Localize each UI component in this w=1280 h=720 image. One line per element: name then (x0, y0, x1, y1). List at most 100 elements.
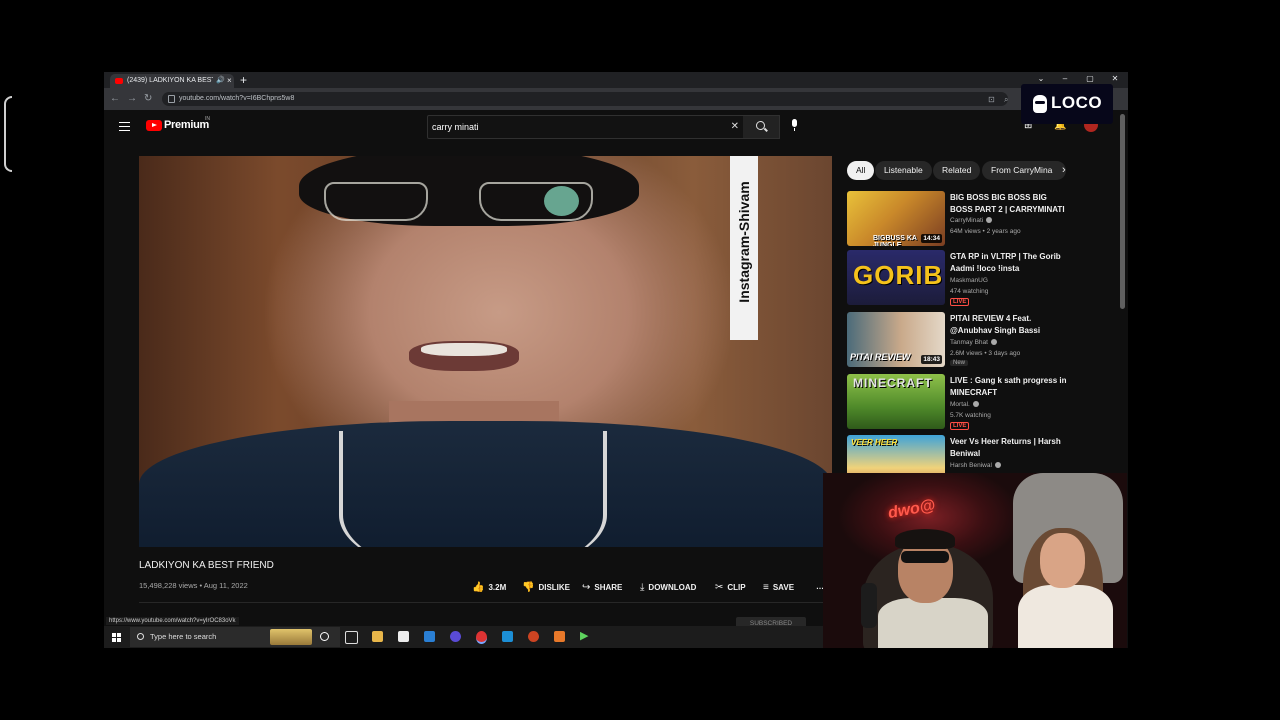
chip-from-carryminati[interactable]: From CarryMina (982, 161, 1066, 180)
download-button[interactable]: ⤓ DOWNLOAD (640, 582, 696, 593)
taskbar-search-box[interactable]: Type here to search (130, 627, 340, 647)
channel-row[interactable]: CarryMinati (950, 217, 993, 224)
tab-strip: (2439) LADKIYON KA BEST F 🔊 × + ⌄ – ▢ ✕ (104, 72, 1128, 88)
search-input[interactable]: carry minati ✕ (427, 115, 745, 139)
tab-title: (2439) LADKIYON KA BEST F (127, 77, 213, 84)
channel-row[interactable]: Mortal. (950, 401, 979, 408)
recommendation-item[interactable]: PITAI REVIEW 18:43 PITAI REVIEW 4 Feat. … (847, 312, 1117, 370)
video-title: LADKIYON KA BEST FRIEND (139, 560, 274, 571)
share-label: SHARE (594, 583, 623, 592)
clear-search-icon[interactable]: ✕ (731, 116, 739, 138)
verified-icon (972, 401, 979, 408)
microphone (861, 583, 877, 628)
guest-face (1040, 533, 1085, 588)
verified-icon (994, 462, 1001, 469)
file-explorer-icon[interactable] (372, 631, 383, 642)
watermark-text: Instagram-Shivam (736, 181, 752, 303)
hamburger-menu-icon[interactable] (119, 122, 130, 134)
video-thumbnail[interactable]: BIGBUSS KA JUNGLE 14:34 (847, 191, 945, 246)
youtube-premium-logo[interactable]: Premium (164, 119, 209, 131)
store-icon[interactable] (398, 631, 409, 642)
search-highlight-image (270, 629, 312, 645)
thumbnail-text: GORIB (853, 260, 944, 290)
recommendation-title[interactable]: BIG BOSS BIG BOSS BIG BOSS PART 2 | CARR… (950, 192, 1070, 215)
scissors-icon: ✂ (715, 582, 724, 593)
speaker-icon[interactable]: 🔊 (216, 74, 225, 88)
recommendation-meta: 64M views • 2 years ago (950, 228, 1021, 235)
youtube-logo-icon[interactable] (146, 120, 162, 131)
reload-icon[interactable]: ↻ (144, 91, 152, 107)
recommendation-item[interactable]: BIGBUSS KA JUNGLE 14:34 BIG BOSS BIG BOS… (847, 191, 1117, 249)
forward-arrow-icon[interactable]: → (127, 91, 137, 107)
verified-icon (990, 339, 997, 346)
thumbnail-text: VEER HEER (851, 438, 898, 447)
app-icon[interactable] (554, 631, 565, 642)
youtube-favicon-icon (115, 78, 123, 84)
dislike-button[interactable]: 👎 DISLIKE (522, 582, 570, 593)
discord-icon[interactable] (450, 631, 461, 642)
url-text: youtube.com/watch?v=I6BChpns5w8 (179, 95, 295, 102)
chip-listenable[interactable]: Listenable (875, 161, 932, 180)
thumbs-down-icon: 👎 (522, 582, 535, 593)
live-badge: LIVE (950, 298, 970, 306)
zoom-icon[interactable]: ⌕ (1004, 95, 1008, 105)
task-view-icon[interactable] (345, 631, 358, 644)
sunglasses (901, 551, 949, 563)
recommendation-item[interactable]: MINECRAFT LIVE : Gang k sath progress in… (847, 374, 1117, 432)
search-button[interactable] (743, 115, 780, 139)
verified-icon (986, 217, 993, 224)
steam-icon[interactable] (502, 631, 513, 642)
install-app-icon[interactable]: ⊡ (988, 95, 995, 105)
mail-icon[interactable] (424, 631, 435, 642)
save-button[interactable]: ≡ SAVE (763, 582, 794, 593)
video-thumbnail[interactable]: MINECRAFT (847, 374, 945, 429)
windows-start-icon[interactable] (112, 633, 121, 642)
obs-icon[interactable] (528, 631, 539, 642)
download-icon: ⤓ (640, 582, 645, 593)
recommendation-title[interactable]: PITAI REVIEW 4 Feat. @Anubhav Singh Bass… (950, 313, 1070, 336)
neon-sign: dwo@ (886, 497, 937, 523)
video-frame-lens-glare (544, 186, 579, 216)
chrome-icon[interactable] (476, 631, 487, 644)
chevron-right-icon[interactable]: › (1062, 164, 1066, 176)
recommendation-title[interactable]: Veer Vs Heer Returns | Harsh Beniwal (950, 436, 1070, 459)
channel-name[interactable]: MaskmanUG (950, 277, 988, 284)
clip-label: CLIP (727, 583, 746, 592)
channel-name: Mortal. (950, 401, 970, 408)
chip-related[interactable]: Related (933, 161, 981, 180)
recommendation-item[interactable]: GORIB GTA RP in VLTRP | The Gorib Aadmi … (847, 250, 1117, 308)
search-icon (137, 633, 144, 640)
tab-close-icon[interactable]: × (227, 74, 232, 88)
play-icon[interactable]: ▶ (580, 631, 591, 642)
webcam-overlay: dwo@ (823, 473, 1127, 648)
channel-row[interactable]: Tanmay Bhat (950, 339, 997, 346)
clip-button[interactable]: ✂ CLIP (715, 582, 746, 593)
channel-name: Harsh Beniwal (950, 462, 992, 469)
channel-name: Tanmay Bhat (950, 339, 988, 346)
streamer-shirt (878, 598, 988, 648)
video-thumbnail[interactable]: GORIB (847, 250, 945, 305)
page-scrollbar[interactable] (1120, 114, 1125, 309)
share-button[interactable]: ↪ SHARE (582, 582, 622, 593)
loco-logo-badge: LOCO (1021, 84, 1113, 124)
recommendation-title[interactable]: GTA RP in VLTRP | The Gorib Aadmi !loco … (950, 251, 1070, 274)
video-player[interactable]: Instagram-Shivam (139, 156, 832, 547)
divider (139, 602, 832, 603)
tab-youtube[interactable]: (2439) LADKIYON KA BEST F 🔊 × (110, 74, 234, 88)
video-views-date: 15,498,228 views • Aug 11, 2022 (139, 581, 248, 590)
chip-all[interactable]: All (847, 161, 875, 180)
voice-search-icon[interactable] (792, 119, 797, 131)
save-label: SAVE (772, 583, 795, 592)
video-thumbnail[interactable]: PITAI REVIEW 18:43 (847, 312, 945, 367)
cortana-icon[interactable] (320, 632, 329, 641)
instagram-watermark: Instagram-Shivam (730, 156, 758, 340)
loco-mascot-icon (1033, 95, 1047, 113)
recommendation-title[interactable]: LIVE : Gang k sath progress in MINECRAFT (950, 375, 1070, 398)
new-tab-button[interactable]: + (240, 72, 247, 88)
loco-wordmark: LOCO (1051, 93, 1103, 112)
channel-row[interactable]: Harsh Beniwal (950, 462, 1001, 469)
video-duration: 18:43 (921, 355, 942, 364)
back-arrow-icon[interactable]: ← (110, 91, 120, 107)
like-button[interactable]: 👍 3.2M (472, 582, 506, 593)
url-bar[interactable]: youtube.com/watch?v=I6BChpns5w8 (162, 92, 1008, 106)
